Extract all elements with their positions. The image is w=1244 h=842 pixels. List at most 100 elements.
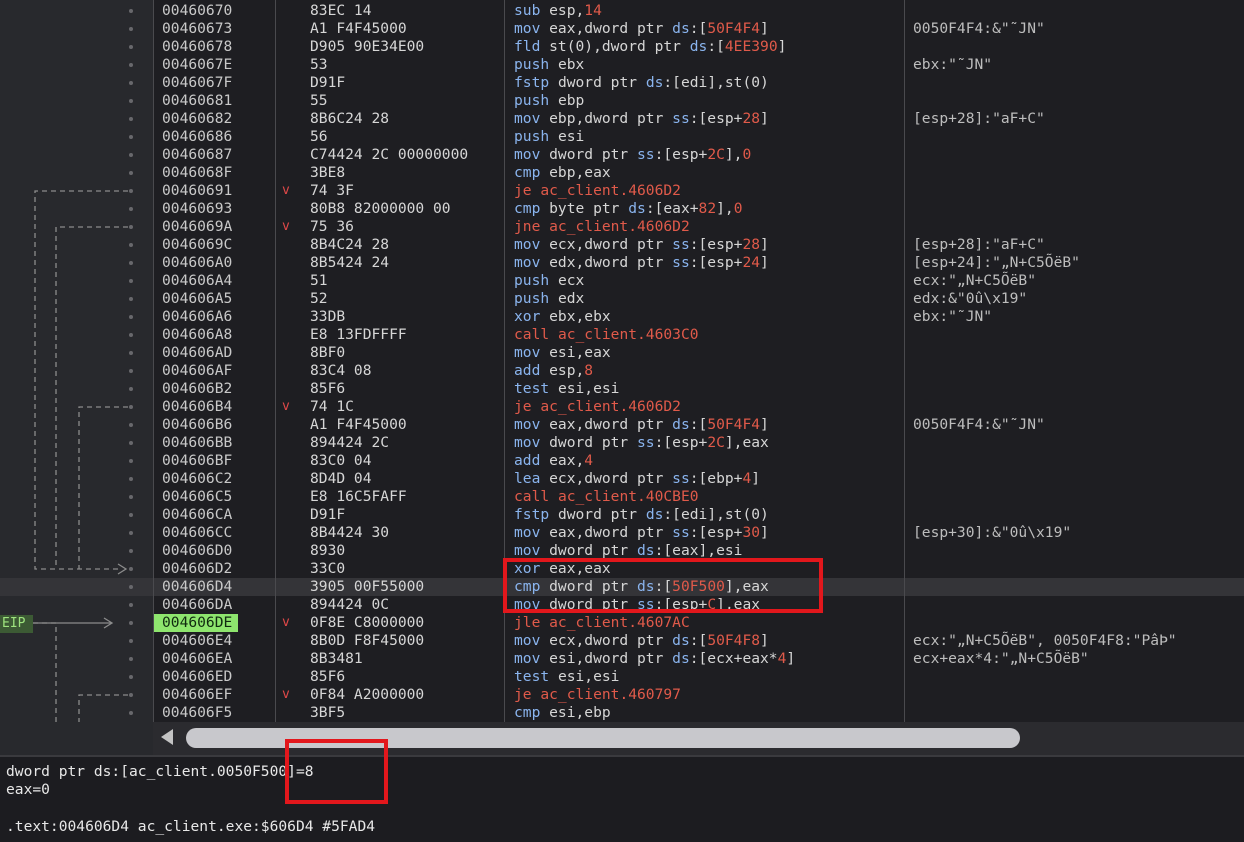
instruction-address: 00460678	[162, 38, 233, 55]
instruction-row[interactable]: 004606EF v 0F84 A2000000 je ac_client.46079…	[0, 686, 1244, 704]
operand-part: 28	[742, 110, 761, 127]
instruction-row[interactable]: 004606CA D91F fstp dword ptr ds:[edi],st(0…	[0, 506, 1244, 524]
instruction-row[interactable]: 004606C5 E8 16C5FAFF call ac_client.40CBE0	[0, 488, 1244, 506]
instruction-bytes: 0F84 A2000000	[310, 686, 425, 703]
instruction-address: 004606EA	[162, 650, 233, 667]
instruction-row[interactable]: 00460686 56 push esi	[0, 128, 1244, 146]
instruction-bytes: D91F	[310, 74, 346, 91]
instruction-row[interactable]: 004606ED 85F6 test esi,esi	[0, 668, 1244, 686]
instruction-row[interactable]: 004606DE v 0F8E C8000000 jle ac_client.4607…	[0, 614, 1244, 632]
jump-line-4606EF	[78, 694, 128, 722]
instruction-row[interactable]: 00460673 A1 F4F45000 mov eax,dword ptr ds:…	[0, 20, 1244, 38]
operand-part: esi,esi	[549, 380, 620, 397]
instruction-text: cmp esi,ebp	[514, 704, 611, 722]
jump-down-arrow-icon: v	[282, 219, 290, 234]
instruction-row[interactable]: 004606C2 8D4D 04 lea ecx,dword ptr ss:[ebp…	[0, 470, 1244, 488]
instruction-row[interactable]: 004606BB 894424 2C mov dword ptr ss:[esp+2…	[0, 434, 1244, 452]
disassembly-view[interactable]: 00460670 83EC 14 sub esp,14 00460673 A1 F4F4…	[0, 0, 1244, 722]
operand-part: ecx,dword ptr	[540, 632, 673, 649]
instruction-bytes: 80B8 82000000 00	[310, 200, 451, 217]
operand-part: ds	[637, 542, 655, 559]
instruction-address: 004606D4	[162, 578, 233, 595]
operand-part: ac_client.4606D2	[531, 182, 681, 199]
mnemonic: je	[514, 398, 532, 415]
instruction-row[interactable]: 004606A4 51 push ecx ecx:"„N+C5ÕëB"	[0, 272, 1244, 290]
instruction-comment: 0050F4F4:&"˜JN"	[913, 416, 1045, 433]
instruction-row[interactable]: 0046069C 8B4C24 28 mov ecx,dword ptr ss:[e…	[0, 236, 1244, 254]
instruction-address: 00460673	[162, 20, 233, 37]
instruction-row[interactable]: 0046069A v 75 36 jne ac_client.4606D2	[0, 218, 1244, 236]
instruction-comment: ecx:"„N+C5ÕëB", 0050F4F8:"PâÞ"	[913, 632, 1177, 649]
instruction-address: 0046069A	[162, 218, 233, 235]
instruction-row[interactable]: 004606B4 v 74 1C je ac_client.4606D2	[0, 398, 1244, 416]
instruction-row[interactable]: 004606A5 52 push edx edx:&"0û\x19"	[0, 290, 1244, 308]
instruction-bytes: 894424 0C	[310, 596, 390, 613]
instruction-row[interactable]: 00460682 8B6C24 28 mov ebp,dword ptr ss:[e…	[0, 110, 1244, 128]
instruction-row[interactable]: 00460693 80B8 82000000 00 cmp byte ptr ds:…	[0, 200, 1244, 218]
instruction-text: test esi,esi	[514, 668, 619, 686]
instruction-row[interactable]: 004606A6 33DB xor ebx,ebx ebx:"˜JN"	[0, 308, 1244, 326]
instruction-row[interactable]: 004606F5 3BF5 cmp esi,ebp	[0, 704, 1244, 722]
instruction-address: 004606B4	[162, 398, 233, 415]
instruction-bytes: C74424 2C 00000000	[310, 146, 469, 163]
operand-part: ecx,dword ptr	[540, 470, 673, 487]
instruction-row[interactable]: 0046068F 3BE8 cmp ebp,eax	[0, 164, 1244, 182]
instruction-address: 004606A4	[162, 272, 233, 289]
operand-part: esp,	[540, 2, 585, 19]
operand-part: ebp,dword ptr	[540, 110, 673, 127]
instruction-row[interactable]: 004606AF 83C4 08 add esp,8	[0, 362, 1244, 380]
instruction-row[interactable]: 004606CC 8B4424 30 mov eax,dword ptr ss:[e…	[0, 524, 1244, 542]
scroll-left-arrow-icon[interactable]	[161, 729, 173, 745]
instruction-row[interactable]: 00460670 83EC 14 sub esp,14	[0, 2, 1244, 20]
instruction-text: call ac_client.40CBE0	[514, 488, 699, 506]
mnemonic: push	[514, 92, 550, 109]
mnemonic: mov	[514, 254, 541, 271]
mnemonic: push	[514, 272, 550, 289]
instruction-bytes: 0F8E C8000000	[310, 614, 425, 631]
instruction-text: push ecx	[514, 272, 584, 290]
instruction-row[interactable]: 0046067F D91F fstp dword ptr ds:[edi],st(0…	[0, 74, 1244, 92]
instruction-row[interactable]: 00460691 v 74 3F je ac_client.4606D2	[0, 182, 1244, 200]
operand-part: 4	[584, 452, 594, 469]
operand-part: ],	[716, 200, 734, 217]
instruction-row[interactable]: 004606EA 8B3481 mov esi,dword ptr ds:[ecx+…	[0, 650, 1244, 668]
instruction-row[interactable]: 004606BF 83C0 04 add eax,4	[0, 452, 1244, 470]
operand-part: 50F4F8	[707, 632, 761, 649]
operand-part: ac_client.4606D2	[531, 398, 681, 415]
operand-part: ds	[689, 38, 708, 55]
instruction-bytes: 75 36	[310, 218, 354, 235]
instruction-row[interactable]: 004606AD 8BF0 mov esi,eax	[0, 344, 1244, 362]
instruction-row[interactable]: 00460681 55 push ebp	[0, 92, 1244, 110]
operand-part: ds	[672, 650, 690, 667]
gutter-footer	[0, 722, 153, 755]
instruction-row[interactable]: 004606A0 8B5424 24 mov edx,dword ptr ss:[e…	[0, 254, 1244, 272]
instruction-address: 00460670	[162, 2, 233, 19]
operand-part: 30	[742, 524, 761, 541]
instruction-row[interactable]: 004606B6 A1 F4F45000 mov eax,dword ptr ds:…	[0, 416, 1244, 434]
instruction-text: mov ecx,dword ptr ds:[50F4F8]	[514, 632, 769, 650]
instruction-text: mov ebp,dword ptr ss:[esp+28]	[514, 110, 769, 128]
operand-part: ]	[760, 524, 769, 541]
instruction-text: test esi,esi	[514, 380, 619, 398]
instruction-comment: 0050F4F4:&"˜JN"	[913, 20, 1045, 37]
instruction-row[interactable]: 0046067E 53 push ebx ebx:"˜JN"	[0, 56, 1244, 74]
operand-part: ss	[672, 254, 690, 271]
instruction-row[interactable]: 00460678 D905 90E34E00 fld st(0),dword ptr…	[0, 38, 1244, 56]
operand-part: ebp	[549, 92, 585, 109]
operand-part: ]	[760, 110, 769, 127]
operand-part: :[	[707, 38, 725, 55]
instruction-text: mov dword ptr ss:[esp+2C],eax	[514, 434, 769, 452]
operand-part: ecx,dword ptr	[540, 236, 673, 253]
instruction-row[interactable]: 004606B2 85F6 test esi,esi	[0, 380, 1244, 398]
info-line-location: .text:004606D4 ac_client.exe:$606D4 #5FA…	[6, 818, 376, 835]
instruction-row[interactable]: 00460687 C74424 2C 00000000 mov dword ptr …	[0, 146, 1244, 164]
instruction-bytes: 8930	[310, 542, 346, 559]
instruction-row[interactable]: 004606A8 E8 13FDFFFF call ac_client.4603C0	[0, 326, 1244, 344]
instruction-address: 004606BF	[162, 452, 233, 469]
instruction-bytes: 8B5424 24	[310, 254, 390, 271]
column-separator	[153, 0, 154, 722]
instruction-bytes: 8D4D 04	[310, 470, 372, 487]
instruction-row[interactable]: 004606E4 8B0D F8F45000 mov ecx,dword ptr d…	[0, 632, 1244, 650]
jump-line-460691	[34, 190, 128, 570]
jump-down-arrow-icon: v	[282, 399, 290, 414]
